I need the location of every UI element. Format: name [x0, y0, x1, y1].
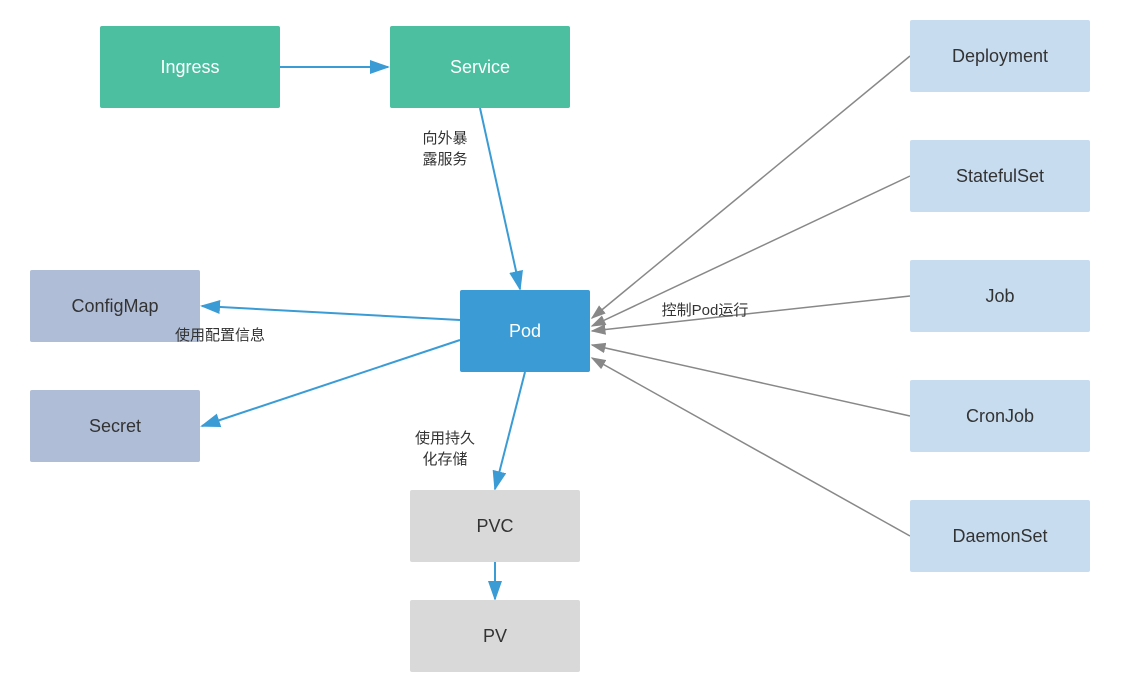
ingress-node: Ingress — [100, 26, 280, 108]
secret-node: Secret — [30, 390, 200, 462]
secret-label: Secret — [89, 416, 141, 437]
pvc-label: PVC — [476, 516, 513, 537]
job-label: Job — [985, 286, 1014, 307]
configmap-label: ConfigMap — [71, 296, 158, 317]
daemonset-node: DaemonSet — [910, 500, 1090, 572]
deployment-label: Deployment — [952, 46, 1048, 67]
statefulset-label: StatefulSet — [956, 166, 1044, 187]
expose-label: 向外暴露服务 — [400, 128, 490, 170]
cronjob-node: CronJob — [910, 380, 1090, 452]
control-label: 控制Pod运行 — [640, 300, 770, 321]
pod-label: Pod — [509, 321, 541, 342]
cronjob-label: CronJob — [966, 406, 1034, 427]
config-label: 使用配置信息 — [160, 325, 280, 346]
job-node: Job — [910, 260, 1090, 332]
ingress-label: Ingress — [160, 57, 219, 78]
pvc-node: PVC — [410, 490, 580, 562]
service-node: Service — [390, 26, 570, 108]
storage-label: 使用持久化存储 — [400, 428, 490, 470]
pv-label: PV — [483, 626, 507, 647]
daemonset-label: DaemonSet — [952, 526, 1047, 547]
service-label: Service — [450, 57, 510, 78]
statefulset-node: StatefulSet — [910, 140, 1090, 212]
pv-node: PV — [410, 600, 580, 672]
pod-node: Pod — [460, 290, 590, 372]
diagram: Ingress Service Pod ConfigMap Secret PVC… — [0, 0, 1126, 694]
deployment-node: Deployment — [910, 20, 1090, 92]
